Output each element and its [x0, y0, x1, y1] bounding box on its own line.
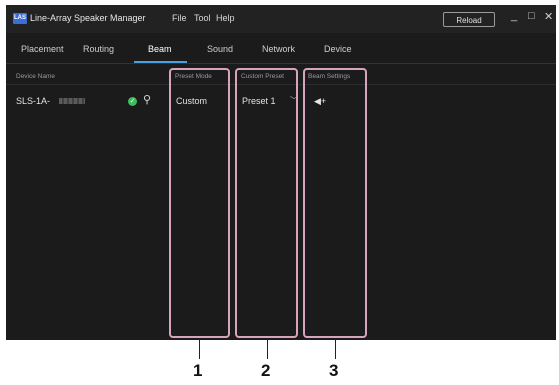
tab-bar: Placement Routing Beam Sound Network Dev…	[6, 39, 556, 63]
menu-file[interactable]: File	[172, 13, 187, 23]
menu-tool[interactable]: Tool	[194, 13, 211, 23]
app-title: Line-Array Speaker Manager	[30, 13, 146, 23]
callout-line-2	[267, 339, 268, 359]
tab-beam[interactable]: Beam	[148, 44, 172, 54]
callout-line-3	[335, 339, 336, 359]
maximize-icon[interactable]: □	[528, 10, 535, 22]
close-icon[interactable]: ✕	[544, 10, 553, 23]
divider	[6, 63, 556, 64]
header-device-name: Device Name	[16, 73, 56, 80]
callout-2: 2	[261, 361, 271, 380]
check-circle-icon: ✓	[128, 97, 137, 106]
device-name-cell: SLS-1A-	[16, 96, 51, 106]
callout-1: 1	[193, 361, 203, 380]
title-bar: LAS Line-Array Speaker Manager File Tool…	[6, 5, 556, 33]
app-logo-icon: LAS	[13, 13, 27, 24]
redacted-serial	[59, 98, 85, 104]
callout-3: 3	[329, 361, 339, 380]
app-window: LAS Line-Array Speaker Manager File Tool…	[6, 5, 556, 340]
tab-network[interactable]: Network	[262, 44, 295, 54]
search-icon[interactable]: ⚲	[143, 93, 151, 106]
tab-sound[interactable]: Sound	[207, 44, 233, 54]
highlight-beam-settings	[303, 68, 367, 338]
minimize-icon[interactable]: _	[511, 10, 517, 22]
reload-button[interactable]: Reload	[443, 12, 495, 27]
menu-help[interactable]: Help	[216, 13, 235, 23]
tab-device[interactable]: Device	[324, 44, 352, 54]
tab-routing[interactable]: Routing	[83, 44, 114, 54]
tab-placement[interactable]: Placement	[21, 44, 64, 54]
callout-line-1	[199, 339, 200, 359]
highlight-preset-mode	[169, 68, 230, 338]
highlight-custom-preset	[235, 68, 298, 338]
